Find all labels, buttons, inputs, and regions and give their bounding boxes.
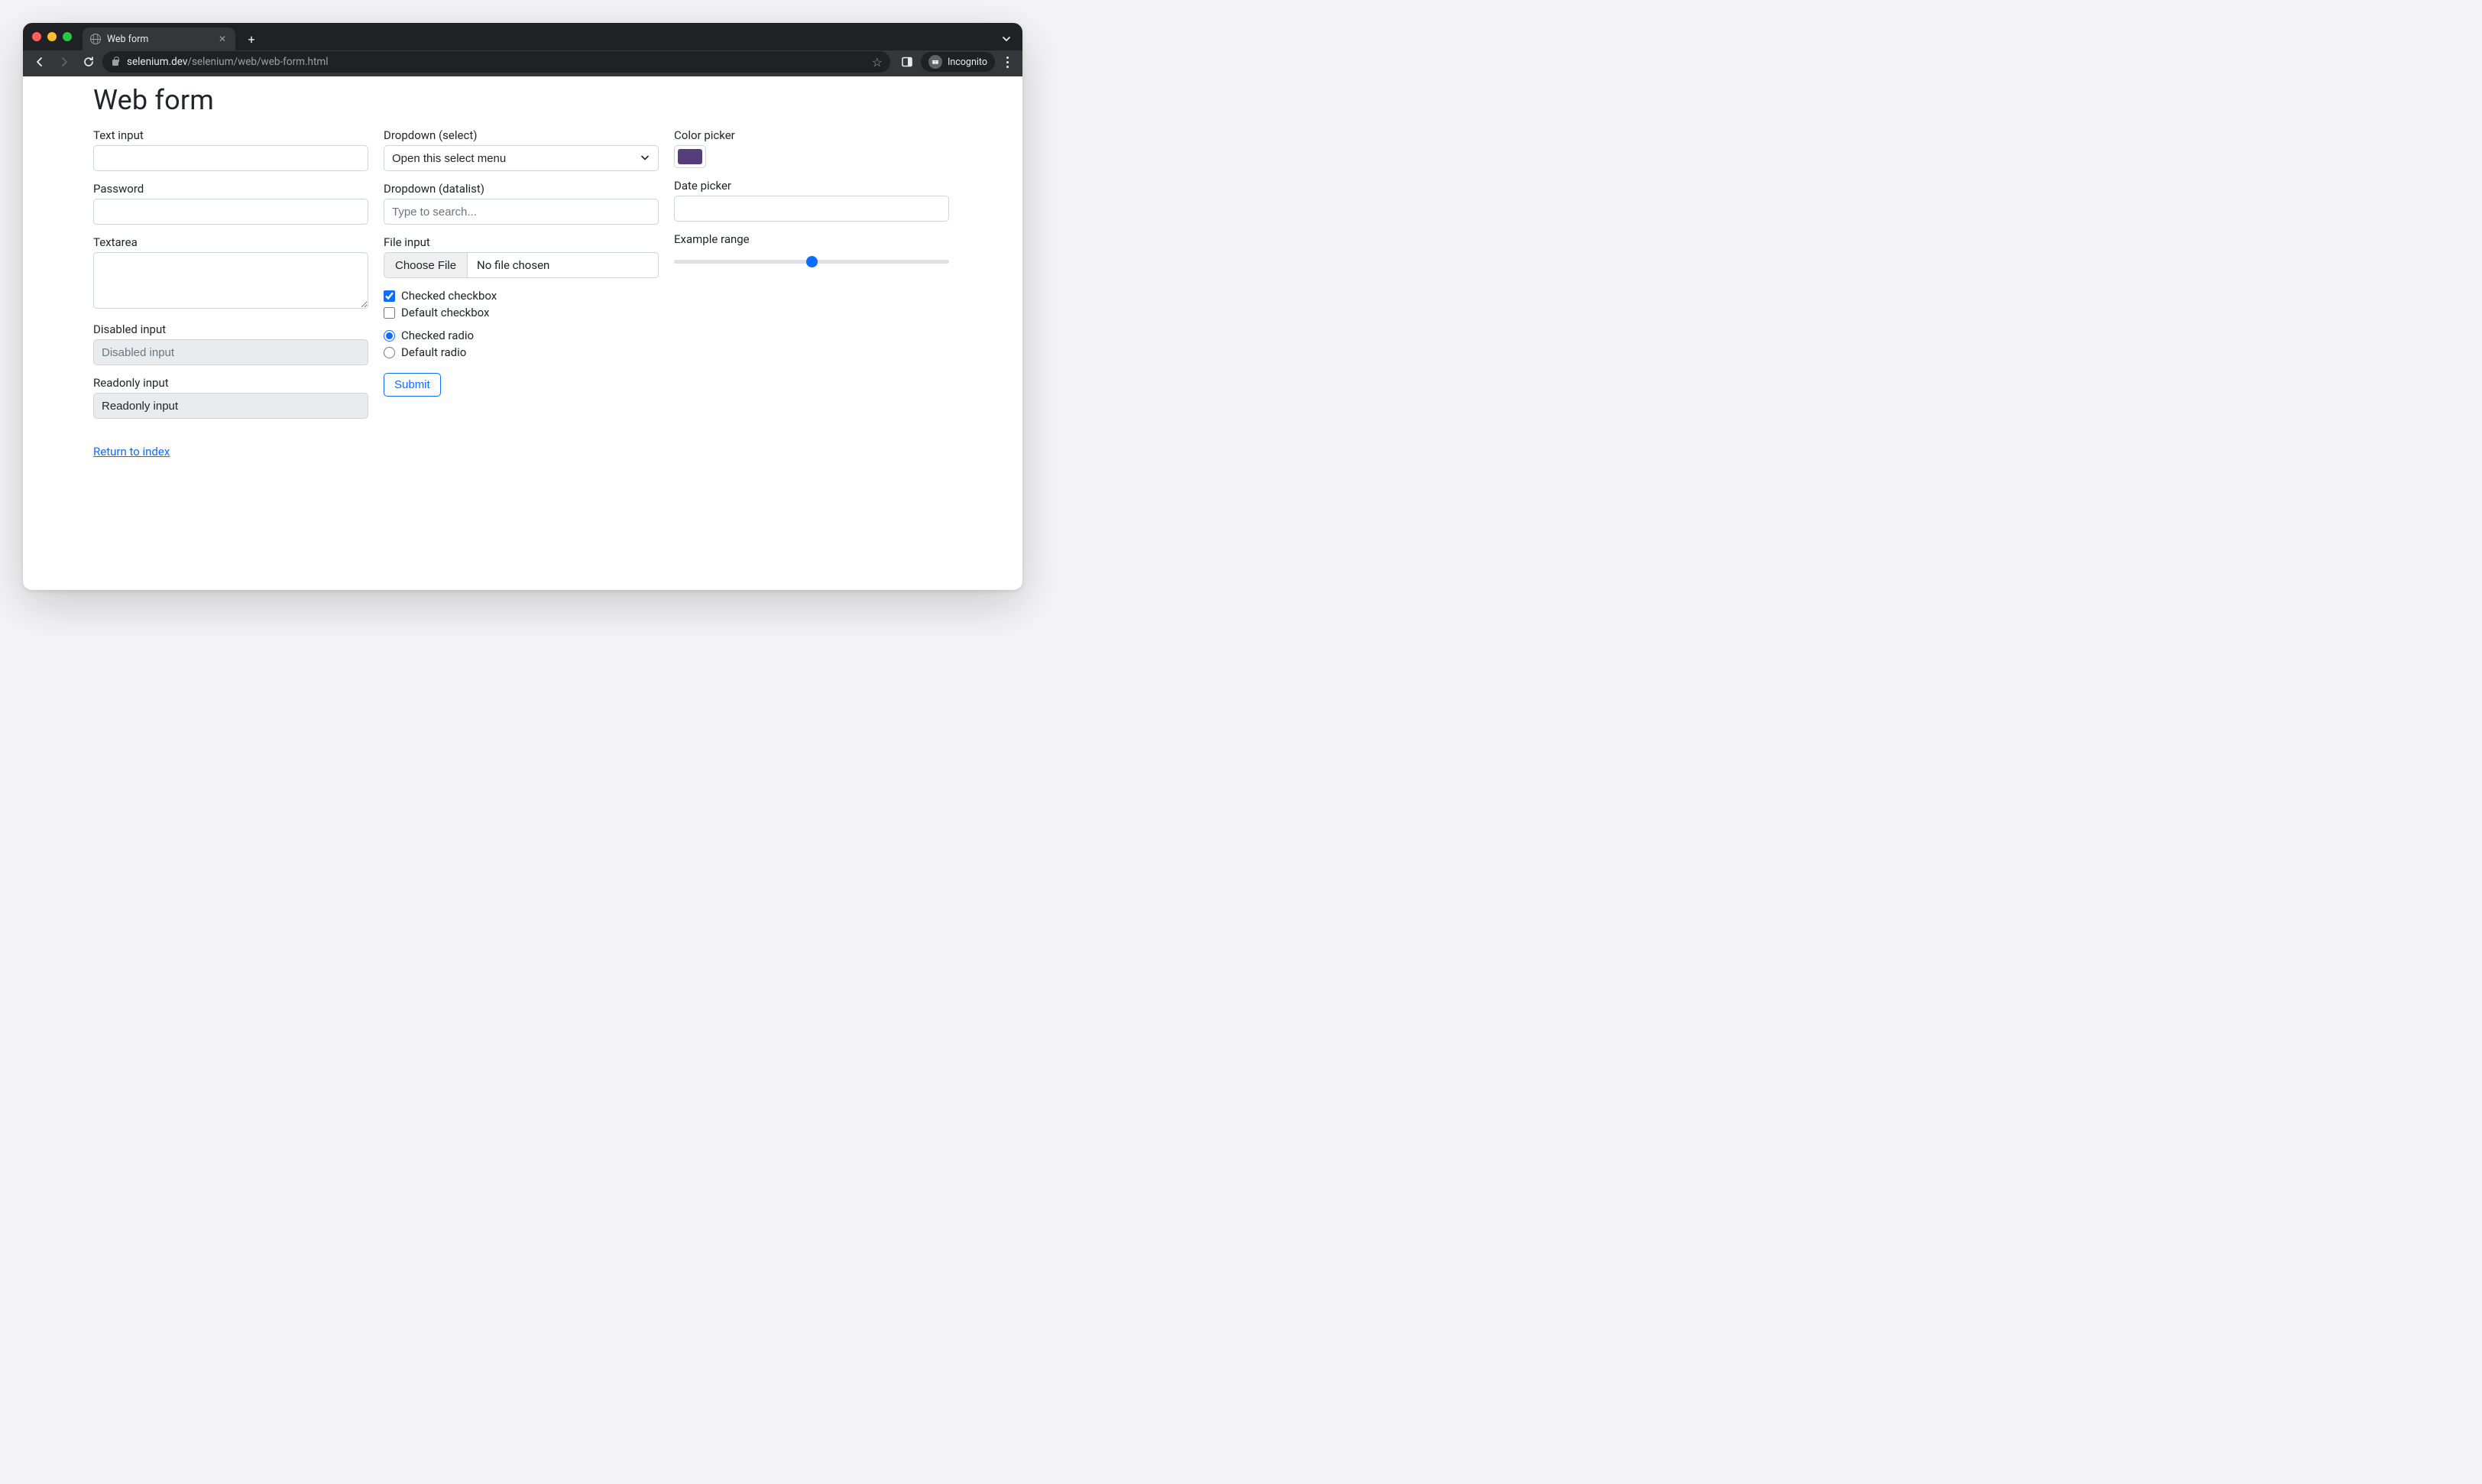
column-1: Text input Password Textarea Disabled in… (93, 127, 368, 458)
readonly-input (93, 393, 368, 419)
checked-checkbox[interactable] (384, 290, 395, 302)
panel-icon (901, 56, 913, 68)
range-slider[interactable] (674, 260, 949, 264)
toolbar-right: Incognito (893, 51, 1016, 73)
color-picker-label: Color picker (674, 128, 949, 142)
date-picker[interactable] (674, 196, 949, 222)
disabled-input-label: Disabled input (93, 322, 368, 336)
default-radio[interactable] (384, 347, 395, 358)
globe-icon (90, 34, 101, 44)
text-input[interactable] (93, 145, 368, 171)
side-panel-button[interactable] (896, 51, 918, 73)
checked-radio[interactable] (384, 330, 395, 342)
address-bar[interactable]: selenium.dev/selenium/web/web-form.html … (102, 51, 890, 73)
new-tab-button[interactable]: + (241, 29, 261, 49)
date-picker-label: Date picker (674, 179, 949, 193)
default-checkbox-label: Default checkbox (401, 306, 490, 319)
range-label: Example range (674, 232, 949, 246)
password-input[interactable] (93, 199, 368, 225)
toolbar: selenium.dev/selenium/web/web-form.html … (23, 50, 1022, 76)
page-title: Web form (93, 84, 879, 116)
readonly-input-label: Readonly input (93, 376, 368, 390)
checked-checkbox-label: Checked checkbox (401, 289, 497, 303)
dropdown-select[interactable]: Open this select menu (384, 145, 659, 171)
password-label: Password (93, 182, 368, 196)
column-3: Color picker Date picker Example range (674, 127, 949, 458)
maximize-window-button[interactable] (63, 32, 72, 41)
textarea-input[interactable] (93, 252, 368, 309)
minimize-window-button[interactable] (47, 32, 57, 41)
browser-tab[interactable]: Web form ✕ (83, 28, 235, 50)
dropdown-datalist[interactable] (384, 199, 659, 225)
text-input-label: Text input (93, 128, 368, 142)
lock-icon (112, 57, 119, 66)
close-tab-button[interactable]: ✕ (217, 34, 228, 44)
disabled-input (93, 339, 368, 365)
file-input[interactable]: Choose File No file chosen (384, 252, 659, 278)
bookmark-button[interactable]: ☆ (872, 55, 883, 70)
window-controls (32, 23, 83, 50)
reload-icon (83, 56, 95, 68)
color-swatch-inner (678, 149, 702, 164)
select-label: Dropdown (select) (384, 128, 659, 142)
url-text: selenium.dev/selenium/web/web-form.html (127, 56, 329, 68)
browser-menu-button[interactable] (998, 51, 1016, 73)
close-window-button[interactable] (32, 32, 41, 41)
tab-strip: Web form ✕ + (23, 23, 1022, 50)
file-input-label: File input (384, 235, 659, 249)
url-host: selenium.dev (127, 56, 187, 68)
incognito-icon (928, 55, 942, 69)
file-status-text: No file chosen (468, 253, 658, 277)
reload-button[interactable] (78, 51, 99, 73)
url-path: /selenium/web/web-form.html (187, 56, 328, 68)
checked-radio-label: Checked radio (401, 329, 474, 342)
incognito-indicator[interactable]: Incognito (921, 52, 995, 72)
page-content: Web form Text input Password Textarea (23, 76, 1022, 590)
back-button[interactable] (29, 51, 50, 73)
submit-button[interactable]: Submit (384, 373, 441, 397)
return-to-index-link[interactable]: Return to index (93, 445, 170, 458)
default-checkbox[interactable] (384, 307, 395, 319)
tab-title: Web form (107, 34, 148, 45)
default-radio-label: Default radio (401, 345, 466, 359)
datalist-label: Dropdown (datalist) (384, 182, 659, 196)
textarea-label: Textarea (93, 235, 368, 249)
choose-file-button[interactable]: Choose File (384, 253, 468, 277)
browser-chrome: Web form ✕ + selenium.dev/seleniu (23, 23, 1022, 76)
arrow-left-icon (34, 56, 46, 68)
color-picker[interactable] (674, 145, 706, 168)
tab-search-button[interactable] (996, 29, 1016, 49)
forward-button[interactable] (53, 51, 75, 73)
chevron-down-icon (1002, 34, 1011, 44)
column-2: Dropdown (select) Open this select menu … (384, 127, 659, 458)
arrow-right-icon (58, 56, 70, 68)
kebab-icon (1006, 57, 1009, 59)
incognito-label: Incognito (948, 57, 987, 68)
browser-window: Web form ✕ + selenium.dev/seleniu (23, 23, 1022, 590)
